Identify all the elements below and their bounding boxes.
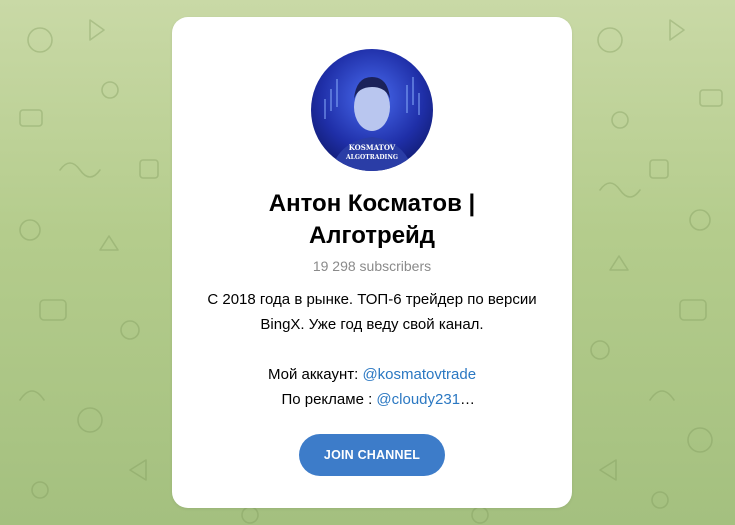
channel-title-line-2: Алготрейд [308,222,436,249]
description-blank-line [186,337,558,362]
account-line: Мой аккаунт: @kosmatovtrade [186,362,558,387]
svg-text:KOSMATOV: KOSMATOV [349,143,396,152]
channel-description: С 2018 года в рынке. ТОП-6 трейдер по ве… [186,287,558,412]
ads-link[interactable]: @cloudy231 [376,391,460,408]
join-channel-button[interactable]: JOIN CHANNEL [299,434,445,476]
account-label: Мой аккаунт: [267,366,363,383]
svg-text:ALGOTRADING: ALGOTRADING [345,154,398,161]
channel-card: KOSMATOV ALGOTRADING Антон Косматов | Ал… [172,17,572,508]
account-link[interactable]: @kosmatovtrade [362,366,476,383]
ads-ellipsis: … [460,391,476,408]
subscriber-count: 19 298 subscribers [312,258,432,274]
channel-title-line-1: Антон Косматов | [268,190,476,217]
description-line-1: С 2018 года в рынке. ТОП-6 трейдер по ве… [207,291,537,308]
description-line-2: BingX. Уже год веду свой канал. [260,316,484,333]
channel-title: Антон Косматов | Алготрейд [192,188,552,252]
ads-line: По рекламе : @cloudy231… [186,387,558,412]
channel-avatar: KOSMATOV ALGOTRADING [311,49,433,171]
ads-label: По рекламе : [281,391,377,408]
